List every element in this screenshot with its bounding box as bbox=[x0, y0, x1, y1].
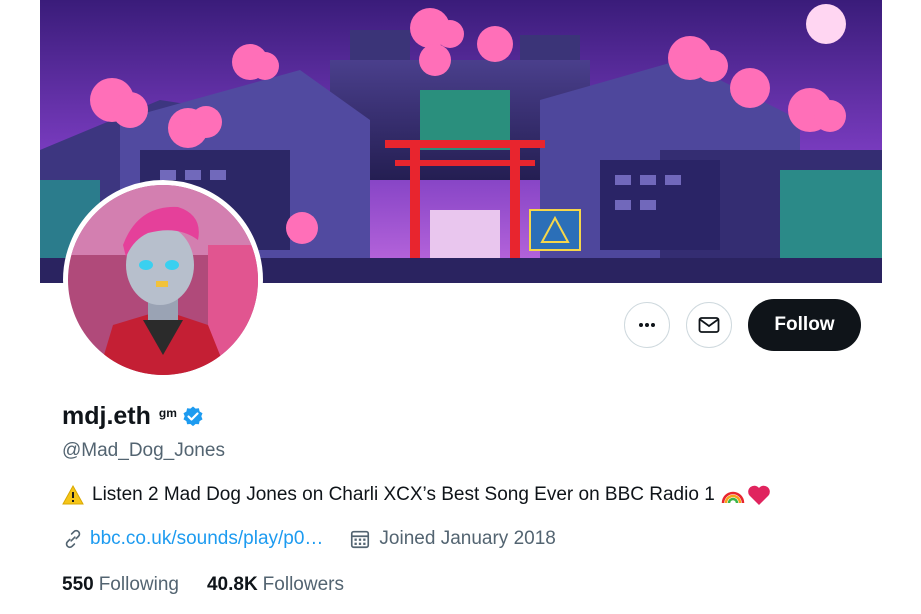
profile-stats: 550 Following 40.8K Followers bbox=[62, 574, 344, 596]
calendar-icon bbox=[349, 528, 371, 550]
followers-count: 40.8K bbox=[206, 574, 258, 595]
following-link[interactable]: 550 Following bbox=[62, 574, 179, 596]
bio-text: Listen 2 Mad Dog Jones on Charli XCX’s B… bbox=[92, 484, 715, 505]
following-label: Following bbox=[98, 574, 179, 595]
profile-link[interactable]: bbc.co.uk/sounds/play/p0… bbox=[90, 528, 323, 550]
message-button[interactable] bbox=[686, 302, 732, 348]
warning-icon bbox=[62, 485, 84, 505]
profile-name-row: mdj.eth gm bbox=[62, 402, 205, 431]
heart-icon bbox=[747, 484, 771, 506]
followers-link[interactable]: 40.8K Followers bbox=[207, 574, 344, 596]
profile-handle: @Mad_Dog_Jones bbox=[62, 440, 225, 461]
joined-date: Joined January 2018 bbox=[379, 528, 556, 549]
display-name: mdj.eth bbox=[62, 402, 151, 430]
avatar-image bbox=[68, 185, 258, 375]
profile-meta: bbc.co.uk/sounds/play/p0… Joined January… bbox=[62, 528, 556, 550]
profile-page: Follow mdj.eth gm @Mad_Dog_Jones Listen … bbox=[40, 0, 882, 614]
profile-avatar[interactable] bbox=[63, 180, 263, 380]
rainbow-icon bbox=[721, 485, 745, 505]
follow-button[interactable]: Follow bbox=[748, 299, 861, 351]
envelope-icon bbox=[698, 317, 720, 333]
link-icon bbox=[62, 528, 84, 550]
profile-bio: Listen 2 Mad Dog Jones on Charli XCX’s B… bbox=[62, 484, 771, 506]
name-badge: gm bbox=[158, 405, 177, 420]
more-options-button[interactable] bbox=[624, 302, 670, 348]
verified-badge-icon[interactable] bbox=[181, 405, 205, 429]
following-count: 550 bbox=[62, 574, 94, 595]
followers-label: Followers bbox=[262, 574, 344, 595]
more-icon bbox=[639, 323, 655, 327]
